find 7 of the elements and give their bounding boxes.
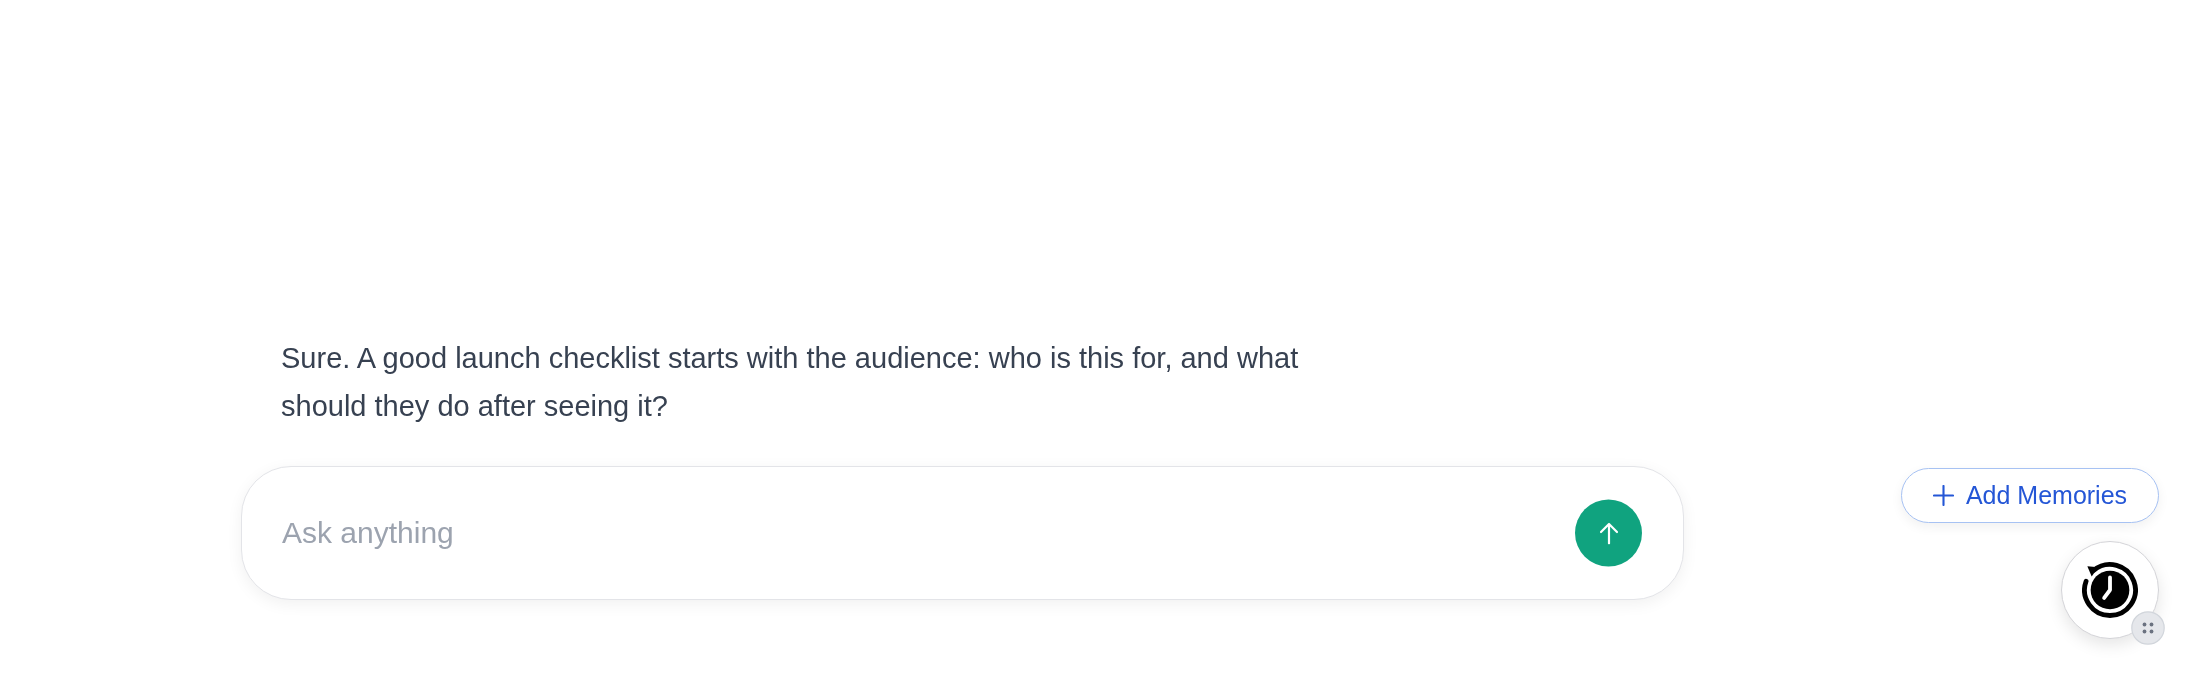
arrow-up-icon: [1598, 522, 1619, 544]
plus-icon: [1932, 485, 1954, 506]
assistant-message: Sure. A good launch checklist starts with the audience: who is this for, and what should they do after seeing it?: [280, 341, 1300, 424]
drag-handle-icon[interactable]: [2131, 611, 2165, 645]
history-icon: [2082, 562, 2138, 618]
message-input[interactable]: Ask anything: [241, 466, 1684, 600]
add-memories-button[interactable]: Add Memories: [1901, 468, 2159, 523]
